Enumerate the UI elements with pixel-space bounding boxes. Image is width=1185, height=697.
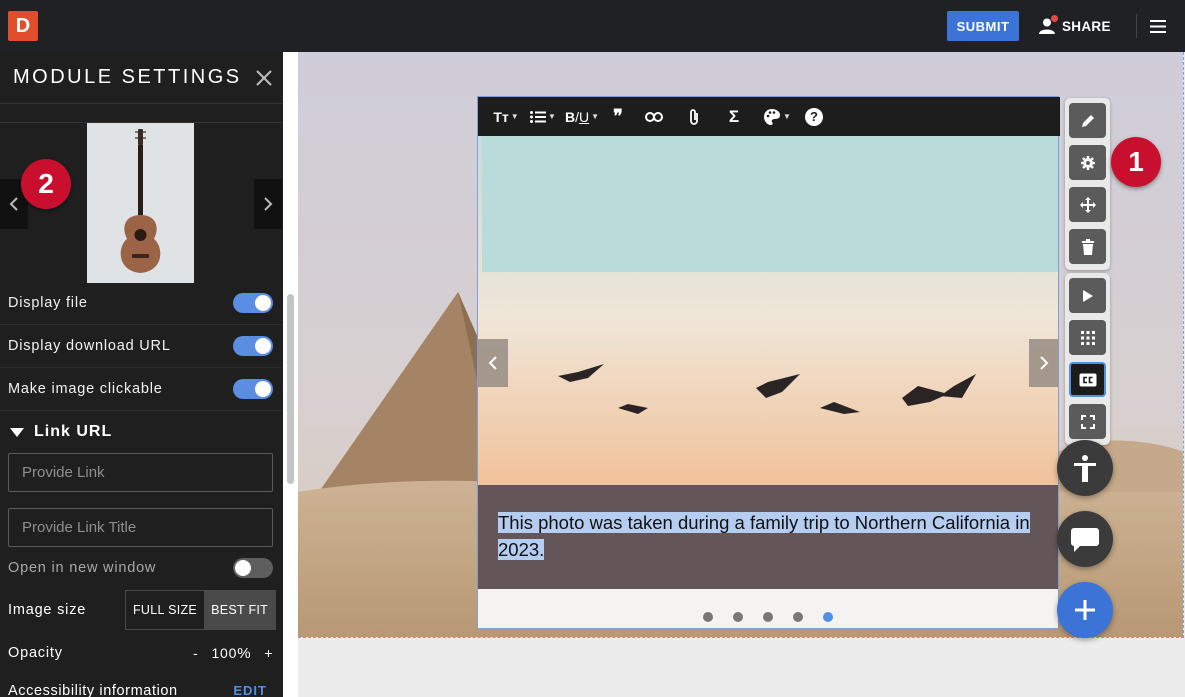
link-url-input[interactable]: Provide Link [8,453,273,492]
setting-display-download-url: Display download URL [0,325,283,368]
fullscreen-icon[interactable] [1069,404,1106,439]
rich-text-toolbar: Tт ▼ ▼ B / U ▼ ❞ Σ ▼ ? [478,97,1060,136]
edit-pencil-icon[interactable] [1069,103,1106,138]
full-size-button[interactable]: FULL SIZE [126,591,204,629]
panel-header: MODULE SETTINGS [0,52,283,104]
app-logo[interactable]: D [8,11,38,41]
chat-bubble-icon[interactable] [1057,511,1113,567]
add-plus-icon[interactable] [1057,582,1113,638]
best-fit-button[interactable]: BEST FIT [204,591,276,629]
trash-icon[interactable] [1069,229,1106,264]
setting-display-file: Display file [0,282,283,325]
move-arrows-icon[interactable] [1069,187,1106,222]
thumbnail-next-button[interactable] [254,179,282,229]
opacity-value: 100% [211,644,252,662]
link-title-input[interactable]: Provide Link Title [8,508,273,547]
media-action-bar [1065,273,1110,445]
accessibility-label: Accessibility information [8,683,178,697]
opacity-label: Opacity [8,645,63,661]
setting-make-image-clickable: Make image clickable [0,368,283,411]
caption-text[interactable]: This photo was taken during a family tri… [498,512,1030,560]
opacity-stepper: - 100% + [193,645,273,662]
slide-dot-2[interactable] [733,612,743,622]
setting-open-new-window: Open in new window [0,546,283,589]
help-icon[interactable]: ? [800,97,828,136]
user-icon [1038,15,1058,35]
share-label: SHARE [1062,18,1111,34]
slide-dot-3[interactable] [763,612,773,622]
close-icon[interactable] [255,69,273,87]
image-thumbnail-strip: 2 [0,122,283,283]
image-size-label: Image size [8,602,87,618]
palette-icon[interactable]: ▼ [754,97,800,136]
list-icon[interactable]: ▼ [524,97,562,136]
grid-icon[interactable] [1069,320,1106,355]
play-icon[interactable] [1069,278,1106,313]
bold-underline-icon[interactable]: B / U ▼ [562,97,602,136]
caret-down-icon [10,427,24,437]
image-size-row: Image size FULL SIZE BEST FIT [0,590,283,630]
image-size-toggle-group: FULL SIZE BEST FIT [125,590,277,630]
panel-scrollbar[interactable] [283,52,298,697]
opacity-row: Opacity - 100% + [0,637,283,669]
setting-label: Make image clickable [8,381,163,397]
module-action-bar [1065,98,1110,270]
link-url-label: Link URL [34,423,113,440]
setting-label: Display file [8,295,88,311]
sigma-icon[interactable]: Σ [714,97,754,136]
slide-dot-1[interactable] [703,612,713,622]
scrollbar-thumb[interactable] [287,294,294,484]
slide-prev-button[interactable] [478,339,508,387]
accessibility-row: Accessibility information EDIT [0,683,283,697]
link-icon[interactable] [634,97,674,136]
slide-caption[interactable]: This photo was taken during a family tri… [478,485,1058,589]
setting-label: Display download URL [8,338,171,354]
top-bar: D SUBMIT SHARE [0,0,1185,52]
share-button[interactable]: SHARE [1038,11,1111,41]
open-new-window-toggle[interactable] [233,557,273,578]
callout-marker-2: 2 [21,159,71,209]
attachment-icon[interactable] [674,97,714,136]
accessibility-edit-link[interactable]: EDIT [233,683,267,697]
closed-caption-icon[interactable] [1069,362,1106,397]
submit-button[interactable]: SUBMIT [947,11,1019,41]
link-url-section-header[interactable]: Link URL [10,423,112,441]
accessibility-icon[interactable] [1057,440,1113,496]
slide-pagination [478,612,1058,626]
make-image-clickable-toggle[interactable] [233,379,273,399]
image-carousel-module[interactable]: Tт ▼ ▼ B / U ▼ ❞ Σ ▼ ? This photo was ta… [477,96,1060,629]
thumbnail-image-ukulele[interactable] [87,123,194,283]
slide-next-button[interactable] [1029,339,1058,387]
opacity-decrease-button[interactable]: - [193,645,198,661]
display-download-url-toggle[interactable] [233,336,273,356]
opacity-increase-button[interactable]: + [264,645,273,661]
module-settings-panel: MODULE SETTINGS 2 Display file Display d… [0,52,283,697]
text-size-icon[interactable]: Tт ▼ [488,97,524,136]
slide-dot-4[interactable] [793,612,803,622]
settings-gear-icon[interactable] [1069,145,1106,180]
notification-dot [1051,15,1058,22]
hamburger-menu-icon[interactable] [1136,14,1178,38]
setting-label: Open in new window [8,559,157,576]
callout-marker-1: 1 [1111,137,1161,187]
carousel-slide: This photo was taken during a family tri… [478,136,1058,589]
quote-icon[interactable]: ❞ [602,97,634,136]
panel-title: MODULE SETTINGS [13,66,242,88]
slide-dot-5[interactable] [823,612,833,622]
display-file-toggle[interactable] [233,293,273,313]
